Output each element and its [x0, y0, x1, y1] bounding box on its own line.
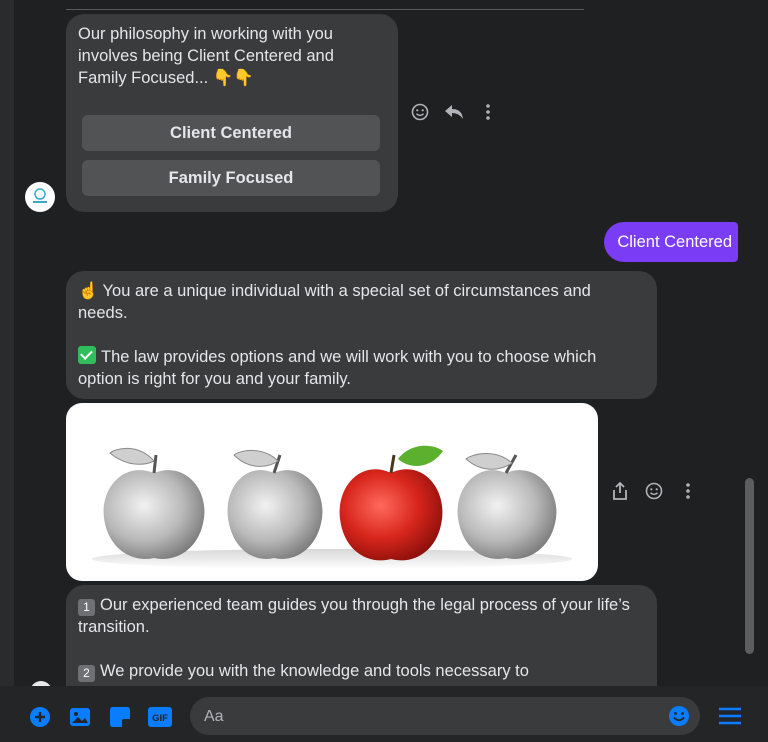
family-focused-button[interactable]: Family Focused	[82, 160, 380, 196]
sent-message: Client Centered	[604, 222, 738, 262]
numbered-line-2-text: We provide you with the knowledge and to…	[100, 662, 529, 680]
menu-icon[interactable]	[719, 705, 741, 727]
numbered-line-2: 2 We provide you with the knowledge and t…	[78, 660, 638, 682]
bullet-line-1: ☝️ You are a unique individual with a spe…	[78, 280, 638, 324]
grey-apple-2	[227, 450, 323, 559]
left-edge	[0, 0, 14, 686]
pointing-up-icon: ☝️	[78, 282, 99, 300]
message-input-box	[190, 697, 700, 737]
divider	[66, 9, 584, 10]
react-emoji-icon[interactable]	[410, 102, 430, 122]
composer-bar: GIF	[0, 686, 768, 742]
grey-apple-3	[457, 453, 557, 559]
check-mark-icon	[78, 346, 96, 364]
share-icon[interactable]	[610, 481, 630, 501]
gif-icon[interactable]: GIF	[148, 706, 172, 728]
numbered-line-1: 1 Our experienced team guides you through…	[78, 594, 638, 638]
bullet-line-1-text: You are a unique individual with a speci…	[78, 282, 591, 322]
page-avatar[interactable]	[25, 182, 55, 212]
scrollbar[interactable]	[745, 478, 754, 654]
more-options-icon[interactable]	[678, 481, 698, 501]
emoji-icon[interactable]	[668, 705, 690, 727]
image-message-actions	[610, 481, 698, 501]
more-options-icon[interactable]	[478, 102, 498, 122]
received-message-numbered: 1 Our experienced team guides you through…	[66, 585, 657, 686]
svg-text:GIF: GIF	[152, 713, 168, 724]
react-emoji-icon[interactable]	[644, 481, 664, 501]
photo-icon[interactable]	[69, 706, 91, 728]
grey-apple-1	[103, 447, 205, 559]
numbered-line-1-text: Our experienced team guides you through …	[78, 596, 630, 636]
bullet-line-2: The law provides options and we will wor…	[78, 346, 638, 390]
keycap-one-icon: 1	[78, 599, 95, 616]
keycap-two-icon: 2	[78, 665, 95, 682]
message-text: Our philosophy in working with you invol…	[78, 25, 334, 87]
received-message-bullets: ☝️ You are a unique individual with a spe…	[66, 271, 657, 399]
received-message-philosophy: Our philosophy in working with you invol…	[66, 14, 398, 212]
plus-icon[interactable]	[29, 706, 51, 728]
reply-icon[interactable]	[444, 102, 464, 122]
sticker-icon[interactable]	[109, 706, 131, 728]
bullet-line-2-text: The law provides options and we will wor…	[78, 348, 597, 388]
client-centered-button[interactable]: Client Centered	[82, 115, 380, 151]
message-actions	[410, 102, 498, 122]
apples-image[interactable]	[66, 403, 598, 581]
conversation-pane[interactable]: Our philosophy in working with you invol…	[0, 0, 768, 686]
red-apple	[339, 445, 443, 561]
message-input[interactable]	[202, 697, 656, 737]
